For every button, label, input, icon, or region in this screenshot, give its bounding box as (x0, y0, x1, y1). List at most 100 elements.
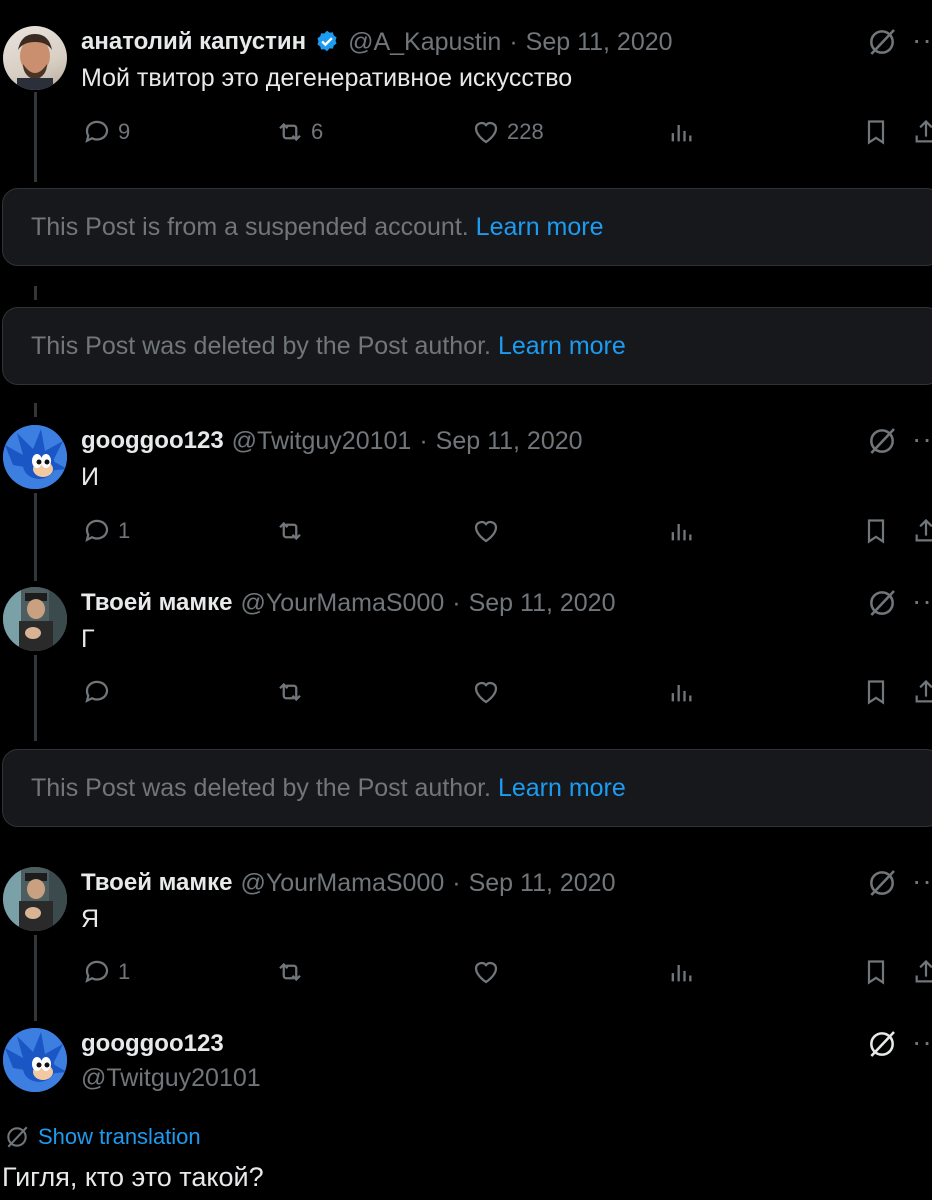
like-button[interactable] (471, 516, 501, 546)
more-options-icon[interactable]: ·· (912, 24, 932, 56)
bookmark-icon (867, 680, 885, 705)
post-text: Г (81, 625, 95, 653)
post-date[interactable]: Sep 11, 2020 (469, 589, 616, 618)
reply-icon (85, 960, 109, 983)
notice-text: This Post is from a suspended account. (31, 212, 476, 241)
heart-icon (474, 961, 498, 984)
post-text: И (81, 463, 99, 491)
repost-button[interactable]: 6 (275, 117, 323, 147)
author-handle[interactable]: @YourMamaS000 (241, 869, 445, 898)
repost-icon (279, 962, 301, 982)
repost-button[interactable] (275, 677, 305, 707)
heart-icon (474, 121, 498, 144)
thread-line (34, 655, 37, 741)
analytics-icon (671, 965, 692, 982)
analytics-icon (671, 125, 692, 142)
heart-icon (474, 681, 498, 704)
deleted-notice: This Post was deleted by the Post author… (2, 749, 932, 827)
repost-button[interactable] (275, 957, 305, 987)
thread-line (34, 286, 37, 300)
grok-icon[interactable] (866, 587, 898, 624)
bookmark-button[interactable] (862, 117, 890, 147)
separator: · (452, 588, 461, 617)
notice-text: This Post was deleted by the Post author… (31, 773, 498, 802)
show-translation-button[interactable]: Show translation (4, 1124, 201, 1150)
separator: · (452, 868, 461, 897)
author-handle[interactable]: @Twitguy20101 (81, 1064, 261, 1093)
author-handle[interactable]: @A_Kapustin (348, 28, 501, 57)
post-header: Твоей мамке @YourMamaS000 · Sep 11, 2020 (81, 587, 615, 619)
reply-button[interactable]: 1 (82, 957, 130, 987)
bookmark-button[interactable] (862, 957, 890, 987)
post-header: анатолий капустин @A_Kapustin · Sep 11, … (81, 26, 673, 58)
reply-button[interactable]: 9 (82, 117, 130, 147)
repost-count: 6 (311, 119, 324, 144)
more-options-icon[interactable]: ·· (912, 423, 932, 455)
reply-icon (85, 120, 109, 143)
translate-icon (7, 1126, 28, 1148)
avatar[interactable] (3, 425, 67, 489)
reply-count: 1 (118, 959, 131, 984)
avatar[interactable] (3, 867, 67, 931)
more-options-icon[interactable]: ·· (912, 585, 932, 617)
separator: · (419, 426, 428, 455)
suspended-notice: This Post is from a suspended account. L… (2, 188, 932, 266)
like-button[interactable]: 228 (471, 117, 544, 147)
share-button[interactable] (912, 516, 932, 546)
grok-icon[interactable] (866, 1028, 898, 1065)
grok-icon[interactable] (866, 425, 898, 462)
post-text: Мой твитор это дегенеративное искусство (81, 64, 573, 92)
grok-icon[interactable] (866, 26, 898, 63)
more-options-icon[interactable]: ·· (912, 865, 932, 897)
main-post-text: Гигля, кто это такой? (2, 1162, 264, 1192)
post-date[interactable]: Sep 11, 2020 (436, 427, 583, 456)
like-button[interactable] (471, 957, 501, 987)
avatar[interactable] (3, 587, 67, 651)
share-icon (915, 518, 932, 542)
views-button[interactable] (667, 677, 695, 707)
bookmark-button[interactable] (862, 677, 890, 707)
like-button[interactable] (471, 677, 501, 707)
learn-more-link[interactable]: Learn more (476, 213, 604, 242)
author-name[interactable]: анатолий капустин (81, 28, 306, 56)
author-name[interactable]: googgoo123 (81, 427, 224, 455)
more-options-icon[interactable]: ·· (912, 1026, 932, 1058)
views-button[interactable] (667, 957, 695, 987)
bookmark-button[interactable] (862, 516, 890, 546)
reply-count: 9 (118, 119, 131, 144)
share-button[interactable] (912, 677, 932, 707)
thread-line (34, 403, 37, 417)
reply-icon (85, 680, 109, 703)
author-name[interactable]: Твоей мамке (81, 869, 233, 897)
author-handle[interactable]: @YourMamaS000 (241, 589, 445, 618)
thread-line (34, 935, 37, 1021)
reply-icon (85, 519, 109, 542)
thread-line (34, 493, 37, 581)
thread-line (34, 92, 37, 182)
show-translation-label: Show translation (38, 1124, 201, 1149)
avatar[interactable] (3, 1028, 67, 1092)
views-button[interactable] (667, 117, 695, 147)
grok-icon[interactable] (866, 867, 898, 904)
share-icon (915, 959, 932, 983)
heart-icon (474, 520, 498, 543)
avatar[interactable] (3, 26, 67, 90)
post-date[interactable]: Sep 11, 2020 (526, 28, 673, 57)
bookmark-icon (867, 519, 885, 544)
share-button[interactable] (912, 957, 932, 987)
share-button[interactable] (912, 117, 932, 147)
share-icon (915, 679, 932, 703)
views-button[interactable] (667, 516, 695, 546)
post-date[interactable]: Sep 11, 2020 (469, 869, 616, 898)
learn-more-link[interactable]: Learn more (498, 774, 626, 803)
reply-button[interactable]: 1 (82, 516, 130, 546)
share-icon (915, 119, 932, 143)
analytics-icon (671, 524, 692, 541)
post-header: Твоей мамке @YourMamaS000 · Sep 11, 2020 (81, 867, 615, 899)
author-name[interactable]: Твоей мамке (81, 589, 233, 617)
author-name[interactable]: googgoo123 (81, 1030, 224, 1058)
learn-more-link[interactable]: Learn more (498, 332, 626, 361)
author-handle[interactable]: @Twitguy20101 (232, 427, 412, 456)
reply-button[interactable] (82, 677, 112, 707)
repost-button[interactable] (275, 516, 305, 546)
